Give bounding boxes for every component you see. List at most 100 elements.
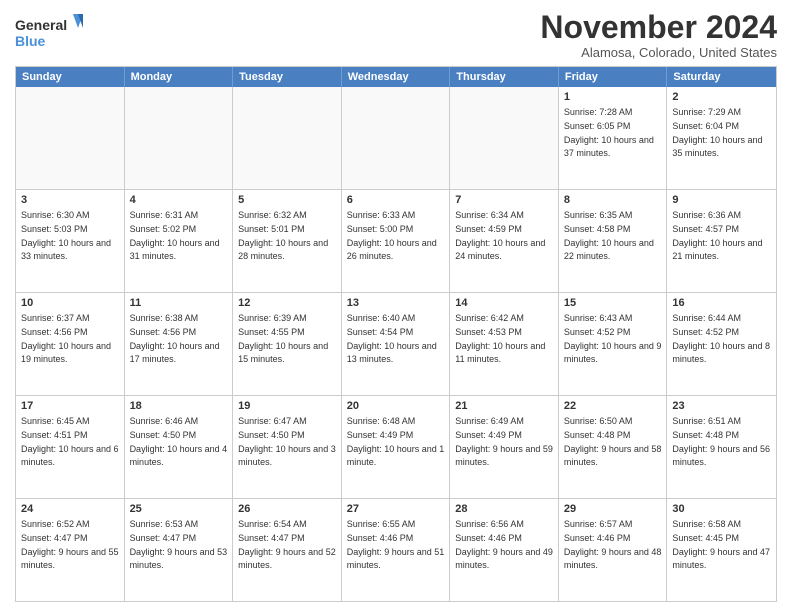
cal-cell-1-1: 4 Sunrise: 6:31 AMSunset: 5:02 PMDayligh… bbox=[125, 190, 234, 292]
day-number: 3 bbox=[21, 193, 119, 208]
cal-cell-1-5: 8 Sunrise: 6:35 AMSunset: 4:58 PMDayligh… bbox=[559, 190, 668, 292]
cell-info: Sunrise: 6:56 AMSunset: 4:46 PMDaylight:… bbox=[455, 519, 553, 570]
cell-info: Sunrise: 6:32 AMSunset: 5:01 PMDaylight:… bbox=[238, 210, 328, 261]
cal-cell-4-5: 29 Sunrise: 6:57 AMSunset: 4:46 PMDaylig… bbox=[559, 499, 668, 601]
day-number: 4 bbox=[130, 193, 228, 208]
week-row-2: 3 Sunrise: 6:30 AMSunset: 5:03 PMDayligh… bbox=[16, 189, 776, 292]
cal-cell-2-1: 11 Sunrise: 6:38 AMSunset: 4:56 PMDaylig… bbox=[125, 293, 234, 395]
day-number: 23 bbox=[672, 399, 771, 414]
cal-cell-2-2: 12 Sunrise: 6:39 AMSunset: 4:55 PMDaylig… bbox=[233, 293, 342, 395]
cell-info: Sunrise: 6:40 AMSunset: 4:54 PMDaylight:… bbox=[347, 313, 437, 364]
cell-info: Sunrise: 6:54 AMSunset: 4:47 PMDaylight:… bbox=[238, 519, 336, 570]
week-row-3: 10 Sunrise: 6:37 AMSunset: 4:56 PMDaylig… bbox=[16, 292, 776, 395]
day-number: 14 bbox=[455, 296, 553, 311]
cell-info: Sunrise: 7:28 AMSunset: 6:05 PMDaylight:… bbox=[564, 107, 654, 158]
cal-cell-2-0: 10 Sunrise: 6:37 AMSunset: 4:56 PMDaylig… bbox=[16, 293, 125, 395]
day-number: 20 bbox=[347, 399, 445, 414]
cal-cell-3-6: 23 Sunrise: 6:51 AMSunset: 4:48 PMDaylig… bbox=[667, 396, 776, 498]
day-number: 7 bbox=[455, 193, 553, 208]
cell-info: Sunrise: 6:50 AMSunset: 4:48 PMDaylight:… bbox=[564, 416, 662, 467]
day-number: 21 bbox=[455, 399, 553, 414]
subtitle: Alamosa, Colorado, United States bbox=[540, 45, 777, 60]
cal-cell-1-6: 9 Sunrise: 6:36 AMSunset: 4:57 PMDayligh… bbox=[667, 190, 776, 292]
cal-cell-2-5: 15 Sunrise: 6:43 AMSunset: 4:52 PMDaylig… bbox=[559, 293, 668, 395]
cal-cell-2-6: 16 Sunrise: 6:44 AMSunset: 4:52 PMDaylig… bbox=[667, 293, 776, 395]
cal-cell-4-1: 25 Sunrise: 6:53 AMSunset: 4:47 PMDaylig… bbox=[125, 499, 234, 601]
cal-cell-4-0: 24 Sunrise: 6:52 AMSunset: 4:47 PMDaylig… bbox=[16, 499, 125, 601]
day-number: 28 bbox=[455, 502, 553, 517]
day-number: 22 bbox=[564, 399, 662, 414]
cal-cell-3-0: 17 Sunrise: 6:45 AMSunset: 4:51 PMDaylig… bbox=[16, 396, 125, 498]
cell-info: Sunrise: 6:42 AMSunset: 4:53 PMDaylight:… bbox=[455, 313, 545, 364]
header: General Blue November 2024 Alamosa, Colo… bbox=[15, 10, 777, 60]
cal-cell-3-2: 19 Sunrise: 6:47 AMSunset: 4:50 PMDaylig… bbox=[233, 396, 342, 498]
cell-info: Sunrise: 7:29 AMSunset: 6:04 PMDaylight:… bbox=[672, 107, 762, 158]
cal-cell-0-3 bbox=[342, 87, 451, 189]
month-title: November 2024 bbox=[540, 10, 777, 45]
cal-cell-4-4: 28 Sunrise: 6:56 AMSunset: 4:46 PMDaylig… bbox=[450, 499, 559, 601]
page: General Blue November 2024 Alamosa, Colo… bbox=[0, 0, 792, 612]
cal-cell-4-2: 26 Sunrise: 6:54 AMSunset: 4:47 PMDaylig… bbox=[233, 499, 342, 601]
cell-info: Sunrise: 6:58 AMSunset: 4:45 PMDaylight:… bbox=[672, 519, 770, 570]
calendar-body: 1 Sunrise: 7:28 AMSunset: 6:05 PMDayligh… bbox=[16, 87, 776, 601]
header-wednesday: Wednesday bbox=[342, 67, 451, 87]
cal-cell-0-5: 1 Sunrise: 7:28 AMSunset: 6:05 PMDayligh… bbox=[559, 87, 668, 189]
cal-cell-4-3: 27 Sunrise: 6:55 AMSunset: 4:46 PMDaylig… bbox=[342, 499, 451, 601]
cell-info: Sunrise: 6:31 AMSunset: 5:02 PMDaylight:… bbox=[130, 210, 220, 261]
day-number: 8 bbox=[564, 193, 662, 208]
day-number: 1 bbox=[564, 90, 662, 105]
cell-info: Sunrise: 6:47 AMSunset: 4:50 PMDaylight:… bbox=[238, 416, 336, 467]
header-tuesday: Tuesday bbox=[233, 67, 342, 87]
cal-cell-3-5: 22 Sunrise: 6:50 AMSunset: 4:48 PMDaylig… bbox=[559, 396, 668, 498]
day-number: 13 bbox=[347, 296, 445, 311]
header-thursday: Thursday bbox=[450, 67, 559, 87]
week-row-4: 17 Sunrise: 6:45 AMSunset: 4:51 PMDaylig… bbox=[16, 395, 776, 498]
day-number: 27 bbox=[347, 502, 445, 517]
logo: General Blue bbox=[15, 10, 85, 54]
day-number: 6 bbox=[347, 193, 445, 208]
svg-text:Blue: Blue bbox=[15, 33, 46, 49]
cell-info: Sunrise: 6:44 AMSunset: 4:52 PMDaylight:… bbox=[672, 313, 770, 364]
cal-cell-0-2 bbox=[233, 87, 342, 189]
calendar-header: Sunday Monday Tuesday Wednesday Thursday… bbox=[16, 67, 776, 87]
cal-cell-0-6: 2 Sunrise: 7:29 AMSunset: 6:04 PMDayligh… bbox=[667, 87, 776, 189]
day-number: 12 bbox=[238, 296, 336, 311]
cal-cell-2-3: 13 Sunrise: 6:40 AMSunset: 4:54 PMDaylig… bbox=[342, 293, 451, 395]
cell-info: Sunrise: 6:52 AMSunset: 4:47 PMDaylight:… bbox=[21, 519, 119, 570]
cal-cell-0-4 bbox=[450, 87, 559, 189]
day-number: 24 bbox=[21, 502, 119, 517]
header-monday: Monday bbox=[125, 67, 234, 87]
cell-info: Sunrise: 6:43 AMSunset: 4:52 PMDaylight:… bbox=[564, 313, 662, 364]
cell-info: Sunrise: 6:49 AMSunset: 4:49 PMDaylight:… bbox=[455, 416, 553, 467]
cell-info: Sunrise: 6:45 AMSunset: 4:51 PMDaylight:… bbox=[21, 416, 119, 467]
cal-cell-0-1 bbox=[125, 87, 234, 189]
day-number: 16 bbox=[672, 296, 771, 311]
cell-info: Sunrise: 6:39 AMSunset: 4:55 PMDaylight:… bbox=[238, 313, 328, 364]
cal-cell-0-0 bbox=[16, 87, 125, 189]
cal-cell-3-4: 21 Sunrise: 6:49 AMSunset: 4:49 PMDaylig… bbox=[450, 396, 559, 498]
cell-info: Sunrise: 6:55 AMSunset: 4:46 PMDaylight:… bbox=[347, 519, 445, 570]
svg-text:General: General bbox=[15, 17, 67, 33]
day-number: 9 bbox=[672, 193, 771, 208]
cal-cell-1-3: 6 Sunrise: 6:33 AMSunset: 5:00 PMDayligh… bbox=[342, 190, 451, 292]
day-number: 17 bbox=[21, 399, 119, 414]
cell-info: Sunrise: 6:53 AMSunset: 4:47 PMDaylight:… bbox=[130, 519, 228, 570]
header-sunday: Sunday bbox=[16, 67, 125, 87]
cell-info: Sunrise: 6:34 AMSunset: 4:59 PMDaylight:… bbox=[455, 210, 545, 261]
day-number: 19 bbox=[238, 399, 336, 414]
cell-info: Sunrise: 6:38 AMSunset: 4:56 PMDaylight:… bbox=[130, 313, 220, 364]
day-number: 18 bbox=[130, 399, 228, 414]
cell-info: Sunrise: 6:46 AMSunset: 4:50 PMDaylight:… bbox=[130, 416, 228, 467]
title-block: November 2024 Alamosa, Colorado, United … bbox=[540, 10, 777, 60]
header-friday: Friday bbox=[559, 67, 668, 87]
cal-cell-1-4: 7 Sunrise: 6:34 AMSunset: 4:59 PMDayligh… bbox=[450, 190, 559, 292]
cell-info: Sunrise: 6:35 AMSunset: 4:58 PMDaylight:… bbox=[564, 210, 654, 261]
day-number: 30 bbox=[672, 502, 771, 517]
cell-info: Sunrise: 6:48 AMSunset: 4:49 PMDaylight:… bbox=[347, 416, 445, 467]
cell-info: Sunrise: 6:37 AMSunset: 4:56 PMDaylight:… bbox=[21, 313, 111, 364]
day-number: 25 bbox=[130, 502, 228, 517]
cal-cell-1-2: 5 Sunrise: 6:32 AMSunset: 5:01 PMDayligh… bbox=[233, 190, 342, 292]
day-number: 5 bbox=[238, 193, 336, 208]
cal-cell-3-3: 20 Sunrise: 6:48 AMSunset: 4:49 PMDaylig… bbox=[342, 396, 451, 498]
day-number: 2 bbox=[672, 90, 771, 105]
